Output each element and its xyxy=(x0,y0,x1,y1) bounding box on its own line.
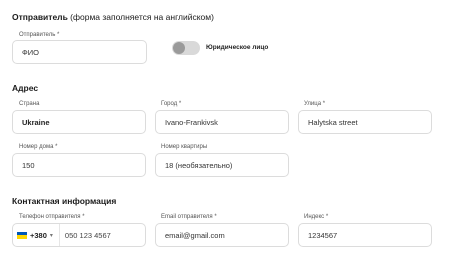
apartment-field[interactable]: 18 (необязательно) xyxy=(155,153,289,177)
phone-field[interactable]: +380 ▾ 050 123 4567 xyxy=(12,223,146,247)
chevron-down-icon: ▾ xyxy=(49,232,53,239)
address-heading: Адрес xyxy=(12,83,39,93)
apartment-label: Номер квартиры xyxy=(161,144,208,150)
sender-title: Отправитель xyxy=(12,12,68,22)
email-field[interactable]: email@gmail.com xyxy=(155,223,289,247)
house-number-field[interactable]: 150 xyxy=(12,153,146,177)
phone-country-code: +380 xyxy=(30,230,47,240)
sender-name-field[interactable]: ФИО xyxy=(12,40,147,64)
street-label: Улица * xyxy=(304,101,326,107)
sender-heading: Отправитель (форма заполняется на англий… xyxy=(12,12,214,22)
phone-label: Телефон отправителя * xyxy=(19,214,85,220)
house-number-label: Номер дома * xyxy=(19,144,58,150)
legal-entity-toggle[interactable] xyxy=(172,41,200,55)
zip-field[interactable]: 1234567 xyxy=(298,223,432,247)
sender-name-label: Отправитель * xyxy=(19,32,60,38)
country-label: Страна xyxy=(19,101,40,107)
phone-number-value: 050 123 4567 xyxy=(64,230,111,240)
sender-note: (форма заполняется на английском) xyxy=(70,12,214,22)
city-label: Город * xyxy=(161,101,182,107)
toggle-knob xyxy=(173,42,185,54)
legal-entity-label: Юридическое лицо xyxy=(206,44,269,51)
zip-label: Индекс * xyxy=(304,214,329,220)
country-code-selector[interactable]: +380 ▾ xyxy=(13,224,60,246)
email-label: Email отправителя * xyxy=(161,214,217,220)
country-field[interactable]: Ukraine xyxy=(12,110,146,134)
contact-heading: Контактная информация xyxy=(12,196,117,206)
ukraine-flag-icon xyxy=(17,231,27,239)
street-field[interactable]: Halytska street xyxy=(298,110,432,134)
city-field[interactable]: Ivano-Frankivsk xyxy=(155,110,289,134)
